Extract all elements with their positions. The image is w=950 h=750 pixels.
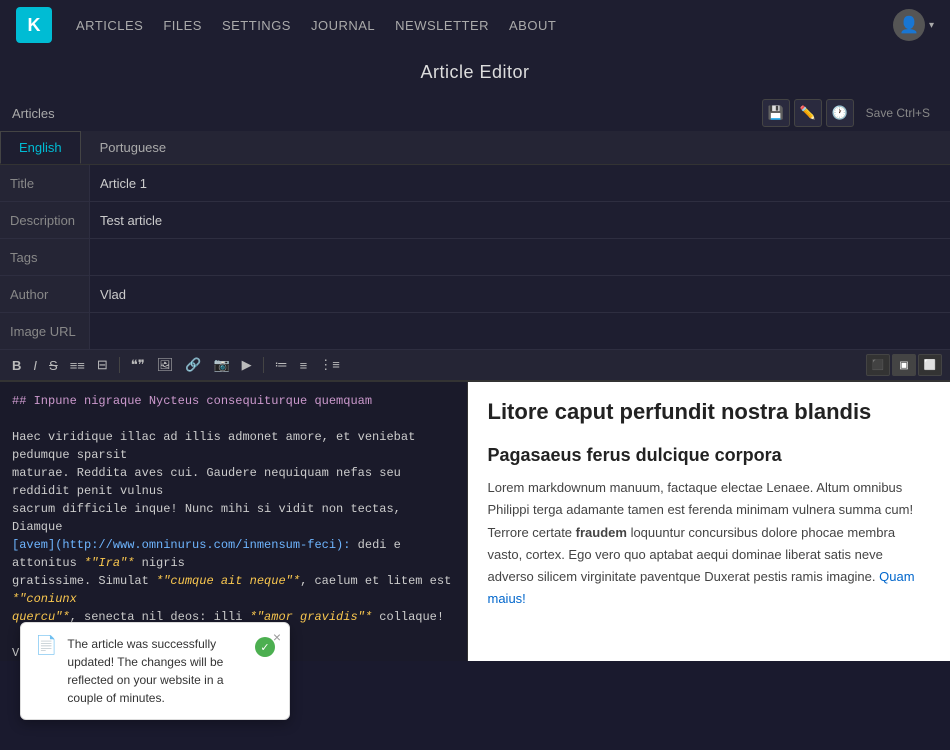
breadcrumb[interactable]: Articles (12, 106, 55, 121)
nav-links: ARTICLES FILES SETTINGS JOURNAL NEWSLETT… (76, 18, 869, 33)
author-label: Author (0, 276, 90, 312)
ul-btn[interactable]: ≔ (271, 355, 292, 375)
top-nav: K ARTICLES FILES SETTINGS JOURNAL NEWSLE… (0, 0, 950, 50)
quote-btn[interactable]: ❝❞ (127, 355, 149, 375)
blockquote-btn[interactable]: ⊟ (93, 355, 112, 375)
toast-notification: 📄 The article was successfully updated! … (20, 622, 290, 720)
editor-area: Title Description Tags Author Image URL (0, 165, 950, 350)
indent-btn[interactable]: ⋮≡ (315, 355, 344, 375)
toolbar-icons: 💾 ✏️ 🕐 Save Ctrl+S (762, 99, 938, 127)
video-btn[interactable]: ▶ (238, 355, 256, 375)
ol-btn[interactable]: ≡ (296, 356, 312, 375)
image-url-row: Image URL (0, 313, 950, 350)
user-area[interactable]: 👤 ▾ (893, 9, 934, 41)
toast-doc-icon: 📄 (35, 635, 57, 656)
strikethrough-btn[interactable]: S (45, 356, 62, 375)
nav-articles[interactable]: ARTICLES (76, 18, 143, 33)
image-url-label: Image URL (0, 313, 90, 349)
tags-input[interactable] (90, 244, 950, 271)
nav-journal[interactable]: JOURNAL (311, 18, 375, 33)
save-button[interactable]: Save Ctrl+S (858, 102, 938, 124)
title-input[interactable] (90, 170, 950, 197)
text-editor-toolbar: B I S ≡≡ ⊟ ❝❞ 🖼 🔗 📷 ▶ ≔ ≡ ⋮≡ ⬛ ▣ ⬜ (0, 350, 950, 381)
user-menu-chevron: ▾ (929, 20, 934, 31)
nav-about[interactable]: ABOUT (509, 18, 556, 33)
toast-close-btn[interactable]: × (273, 629, 281, 645)
history-icon-btn[interactable]: 🕐 (826, 99, 854, 127)
toast-message: The article was successfully updated! Th… (67, 635, 245, 707)
link-btn[interactable]: 🔗 (181, 355, 205, 375)
preview-p1: Lorem markdownum manuum, factaque electa… (488, 477, 931, 610)
title-label: Title (0, 165, 90, 201)
preview-h2: Pagasaeus ferus dulcique corpora (488, 441, 931, 470)
source-editor[interactable]: ## Inpune nigraque Nycteus consequiturqu… (0, 382, 468, 661)
split-pane-icon[interactable]: ⬛ (866, 354, 890, 376)
italic-btn[interactable]: I (29, 356, 41, 375)
nav-settings[interactable]: SETTINGS (222, 18, 291, 33)
heading-btn[interactable]: ≡≡ (66, 356, 89, 375)
language-tabs: English Portuguese (0, 131, 950, 165)
preview-pane-icon[interactable]: ⬜ (918, 354, 942, 376)
preview-bold: fraudem (576, 525, 627, 540)
title-row: Title (0, 165, 950, 202)
description-row: Description (0, 202, 950, 239)
nav-files[interactable]: FILES (163, 18, 202, 33)
author-input[interactable] (90, 281, 950, 308)
preview-h1: Litore caput perfundit nostra blandis (488, 398, 931, 427)
preview-editor: Litore caput perfundit nostra blandis Pa… (468, 382, 950, 661)
app-logo: K (16, 7, 52, 43)
tags-label: Tags (0, 239, 90, 275)
user-avatar[interactable]: 👤 (893, 9, 925, 41)
image-url-input[interactable] (90, 318, 950, 345)
page-title: Article Editor (0, 50, 950, 95)
description-input[interactable] (90, 207, 950, 234)
dual-pane-icon[interactable]: ▣ (892, 354, 916, 376)
tab-english[interactable]: English (0, 131, 81, 164)
description-label: Description (0, 202, 90, 238)
preview-link[interactable]: Quam maius! (488, 569, 915, 606)
save-icon-btn[interactable]: 💾 (762, 99, 790, 127)
photo-btn[interactable]: 📷 (209, 355, 233, 375)
author-row: Author (0, 276, 950, 313)
image-btn[interactable]: 🖼 (153, 355, 178, 375)
breadcrumb-bar: Articles 💾 ✏️ 🕐 Save Ctrl+S (0, 95, 950, 131)
edit-icon-btn[interactable]: ✏️ (794, 99, 822, 127)
editor-panes: ## Inpune nigraque Nycteus consequiturqu… (0, 381, 950, 661)
tab-portuguese[interactable]: Portuguese (81, 131, 186, 164)
nav-newsletter[interactable]: NEWSLETTER (395, 18, 489, 33)
bold-btn[interactable]: B (8, 356, 25, 375)
tags-row: Tags (0, 239, 950, 276)
